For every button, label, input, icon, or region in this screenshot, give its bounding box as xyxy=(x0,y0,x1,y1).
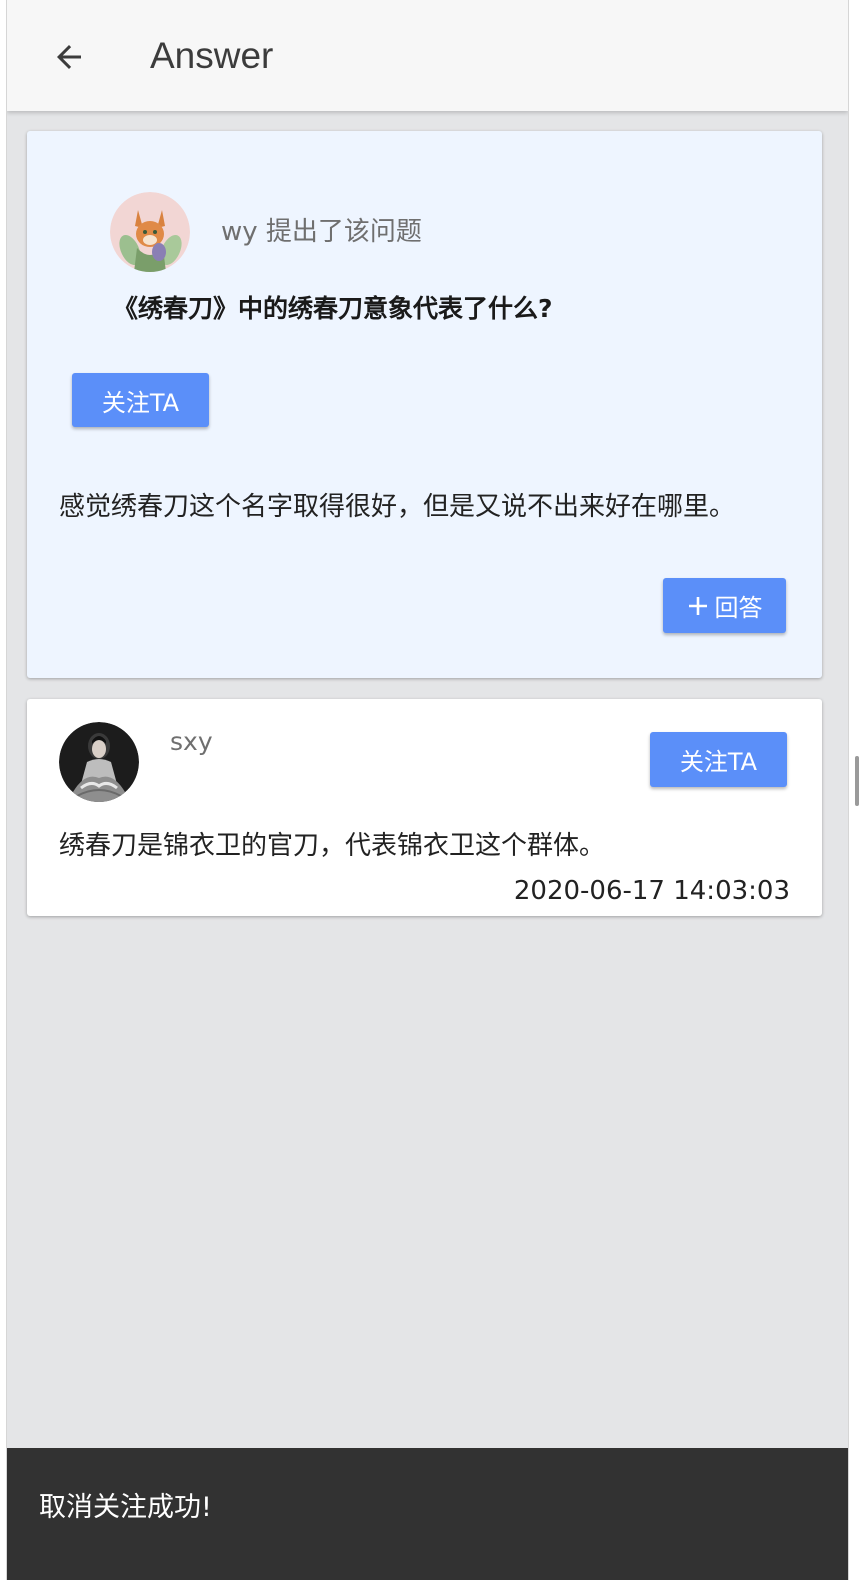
answer-button-label: 回答 xyxy=(714,594,763,622)
app-bar: Answer xyxy=(7,0,848,111)
arrow-left-icon xyxy=(57,45,81,69)
portrait-avatar-image xyxy=(59,722,139,802)
answer-card: sxy 关注TA 绣春刀是锦衣卫的官刀，代表锦衣卫这个群体。 2020-06-1… xyxy=(27,699,822,916)
snackbar: 取消关注成功! xyxy=(7,1448,848,1580)
question-description: 感觉绣春刀这个名字取得很好，但是又说不出来好在哪里。 xyxy=(59,492,736,522)
snackbar-message: 取消关注成功! xyxy=(39,1492,212,1523)
back-button[interactable] xyxy=(45,33,93,81)
answer-content: 绣春刀是锦衣卫的官刀，代表锦衣卫这个群体。 xyxy=(59,831,606,861)
answerer-name: sxy xyxy=(170,727,213,756)
follow-asker-label: 关注TA xyxy=(101,388,180,417)
follow-answerer-label: 关注TA xyxy=(679,748,758,776)
fox-avatar-image xyxy=(110,192,190,272)
answer-button[interactable]: 回答 xyxy=(663,578,786,633)
app-window: Answer wy 提出了该问题 《绣春刀》中的绣春刀意象代表了什么? 关注TA xyxy=(6,0,849,1580)
follow-asker-button[interactable]: 关注TA xyxy=(72,373,209,427)
question-card: wy 提出了该问题 《绣春刀》中的绣春刀意象代表了什么? 关注TA 感觉绣春刀这… xyxy=(27,131,822,678)
follow-answerer-button[interactable]: 关注TA xyxy=(650,732,787,787)
asker-line: wy 提出了该问题 xyxy=(221,217,422,247)
answer-timestamp: 2020-06-17 14:03:03 xyxy=(513,876,790,906)
question-title: 《绣春刀》中的绣春刀意象代表了什么? xyxy=(113,294,553,323)
page-title: Answer xyxy=(150,35,274,76)
answerer-avatar[interactable] xyxy=(59,722,139,802)
asker-avatar[interactable] xyxy=(110,192,190,272)
plus-icon xyxy=(688,596,707,615)
scrollbar[interactable] xyxy=(855,756,859,806)
